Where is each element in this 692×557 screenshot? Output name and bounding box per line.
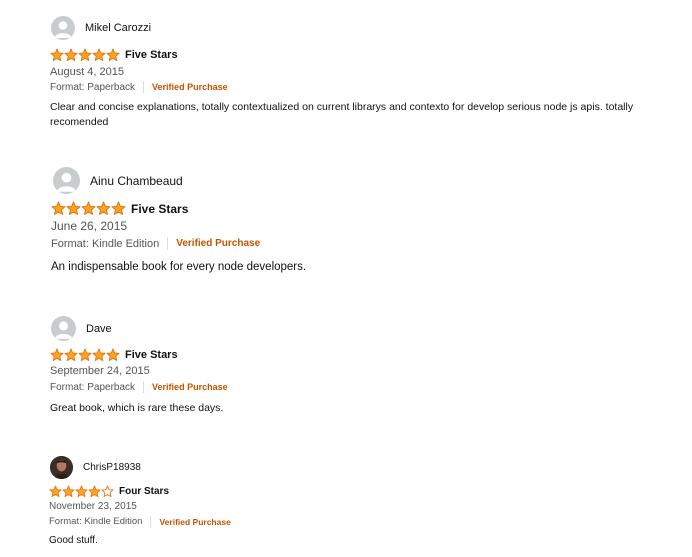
rating-stars[interactable]	[49, 485, 114, 498]
star-filled-icon	[50, 348, 64, 362]
divider	[143, 381, 145, 393]
star-filled-icon	[75, 485, 88, 498]
default-avatar-icon	[51, 16, 75, 40]
star-filled-icon	[88, 485, 101, 498]
star-filled-icon	[50, 48, 64, 62]
reviewer-profile[interactable]: Dave	[51, 316, 112, 341]
verified-purchase-badge: Verified Purchase	[152, 382, 228, 392]
star-filled-icon	[111, 201, 126, 215]
star-filled-icon	[106, 48, 120, 62]
user-photo	[50, 456, 73, 479]
review-text: An indispensable book for every node dev…	[51, 261, 307, 273]
review-text: Clear and concise explanations, totally …	[50, 101, 634, 129]
star-filled-icon	[64, 348, 78, 362]
rating-stars[interactable]	[51, 201, 126, 216]
review-card: ChrisP18938 Four Stars November 23, 2015…	[0, 440, 692, 557]
star-empty-icon	[101, 485, 114, 498]
verified-purchase-badge: Verified Purchase	[152, 82, 228, 92]
divider	[167, 237, 169, 250]
format-link[interactable]: Format: Paperback	[50, 82, 135, 93]
verified-purchase-badge: Verified Purchase	[159, 516, 231, 527]
format-link[interactable]: Format: Paperback	[50, 382, 135, 393]
star-filled-icon	[92, 348, 106, 362]
reviewer-name[interactable]: Ainu Chambeaud	[90, 174, 183, 188]
default-avatar-icon	[53, 167, 80, 194]
star-filled-icon	[81, 201, 96, 215]
format-link[interactable]: Format: Kindle Edition	[51, 238, 159, 250]
star-filled-icon	[78, 348, 92, 362]
star-filled-icon	[66, 201, 81, 215]
review-text: Great book, which is rare these days.	[50, 402, 224, 414]
review-title[interactable]: Five Stars	[125, 349, 178, 361]
format-link[interactable]: Format: Kindle Edition	[49, 516, 142, 527]
review-title[interactable]: Five Stars	[125, 49, 178, 61]
reviewer-name[interactable]: Dave	[86, 323, 112, 335]
review-card: Mikel Carozzi Five Stars August 4, 2015 …	[0, 0, 692, 150]
reviewer-profile[interactable]: Ainu Chambeaud	[53, 167, 183, 194]
review-date: June 26, 2015	[51, 219, 128, 233]
rating-stars[interactable]	[50, 348, 120, 362]
reviewer-profile[interactable]: Mikel Carozzi	[51, 16, 151, 40]
star-filled-icon	[62, 485, 75, 498]
reviewer-name[interactable]: Mikel Carozzi	[85, 22, 151, 34]
default-avatar-icon	[51, 316, 76, 341]
review-text: Good stuff.	[49, 535, 98, 546]
divider	[143, 81, 145, 93]
reviewer-profile[interactable]: ChrisP18938	[50, 456, 141, 479]
reviewer-name[interactable]: ChrisP18938	[83, 462, 141, 473]
review-date: August 4, 2015	[50, 66, 125, 78]
review-card: Dave Five Stars September 24, 2015 Forma…	[0, 300, 692, 440]
star-filled-icon	[49, 485, 62, 498]
reviews-list: Mikel Carozzi Five Stars August 4, 2015 …	[0, 0, 692, 557]
star-filled-icon	[92, 48, 106, 62]
star-filled-icon	[64, 48, 78, 62]
rating-stars[interactable]	[50, 48, 120, 62]
divider	[150, 516, 152, 527]
star-filled-icon	[96, 201, 111, 215]
star-filled-icon	[106, 348, 120, 362]
star-filled-icon	[78, 48, 92, 62]
review-date: November 23, 2015	[49, 501, 137, 512]
review-date: September 24, 2015	[50, 365, 150, 377]
review-card: Ainu Chambeaud Five Stars June 26, 2015 …	[0, 150, 692, 300]
review-title[interactable]: Five Stars	[131, 202, 188, 216]
review-title[interactable]: Four Stars	[119, 486, 169, 497]
star-filled-icon	[51, 201, 66, 215]
verified-purchase-badge: Verified Purchase	[176, 238, 261, 249]
